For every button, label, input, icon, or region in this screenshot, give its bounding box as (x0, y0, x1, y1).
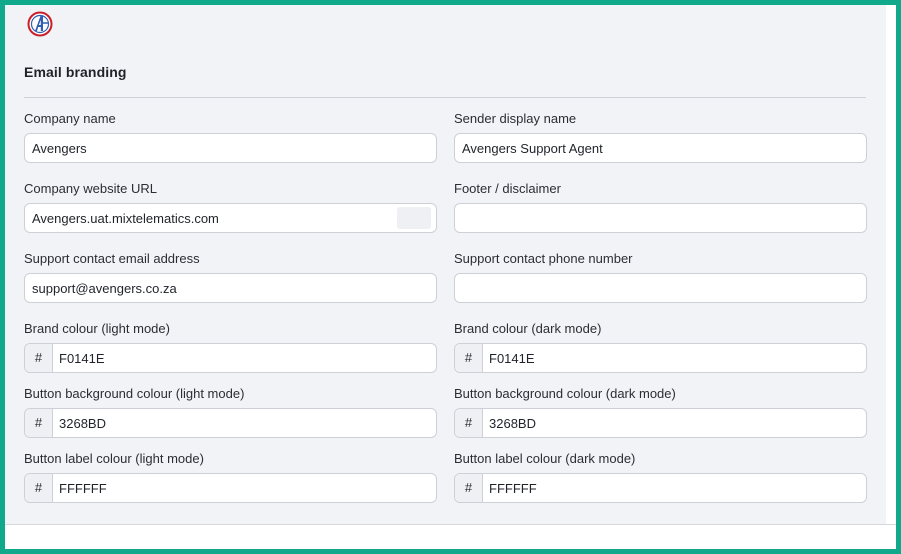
website-url-value: Avengers.uat.mixtelematics.com (32, 211, 219, 226)
brand-colour-dark-input[interactable]: # F0141E (454, 343, 867, 373)
hash-prefix: # (455, 344, 483, 372)
brand-colour-dark-value: F0141E (489, 351, 535, 366)
brand-colour-light-input[interactable]: # F0141E (24, 343, 437, 373)
button-bg-colour-dark-label: Button background colour (dark mode) (454, 386, 676, 401)
hash-prefix: # (25, 409, 53, 437)
support-email-value: support@avengers.co.za (32, 281, 177, 296)
button-bg-colour-light-value: 3268BD (59, 416, 106, 431)
hash-prefix: # (455, 409, 483, 437)
sender-display-name-input[interactable]: Avengers Support Agent (454, 133, 867, 163)
sender-display-name-label: Sender display name (454, 111, 577, 126)
support-email-label: Support contact email address (24, 251, 200, 266)
hash-prefix: # (25, 474, 53, 502)
button-bg-colour-light-label: Button background colour (light mode) (24, 386, 245, 401)
button-bg-colour-dark-input[interactable]: # 3268BD (454, 408, 867, 438)
scrollbar-track[interactable] (886, 5, 896, 524)
website-url-input[interactable]: Avengers.uat.mixtelematics.com (24, 203, 437, 233)
website-url-label: Company website URL (24, 181, 157, 196)
support-phone-input[interactable] (454, 273, 867, 303)
button-label-colour-dark-value: FFFFFF (489, 481, 537, 496)
brand-colour-light-label: Brand colour (light mode) (24, 321, 170, 336)
hash-prefix: # (25, 344, 53, 372)
company-name-value: Avengers (32, 141, 87, 156)
button-label-colour-dark-label: Button label colour (dark mode) (454, 451, 636, 466)
brand-colour-light-value: F0141E (59, 351, 105, 366)
button-label-colour-dark-input[interactable]: # FFFFFF (454, 473, 867, 503)
button-label-colour-light-value: FFFFFF (59, 481, 107, 496)
support-email-input[interactable]: support@avengers.co.za (24, 273, 437, 303)
hash-prefix: # (455, 474, 483, 502)
button-label-colour-light-label: Button label colour (light mode) (24, 451, 204, 466)
button-bg-colour-light-input[interactable]: # 3268BD (24, 408, 437, 438)
brand-colour-dark-label: Brand colour (dark mode) (454, 321, 602, 336)
autofill-indicator (397, 207, 431, 229)
footer-bar (5, 524, 896, 549)
section-divider (24, 97, 866, 98)
company-name-label: Company name (24, 111, 116, 126)
button-label-colour-light-input[interactable]: # FFFFFF (24, 473, 437, 503)
sender-display-name-value: Avengers Support Agent (462, 141, 603, 156)
footer-disclaimer-label: Footer / disclaimer (454, 181, 561, 196)
avengers-logo-icon (27, 11, 53, 37)
company-name-input[interactable]: Avengers (24, 133, 437, 163)
button-bg-colour-dark-value: 3268BD (489, 416, 536, 431)
section-title: Email branding (24, 64, 127, 80)
support-phone-label: Support contact phone number (454, 251, 633, 266)
footer-disclaimer-input[interactable] (454, 203, 867, 233)
